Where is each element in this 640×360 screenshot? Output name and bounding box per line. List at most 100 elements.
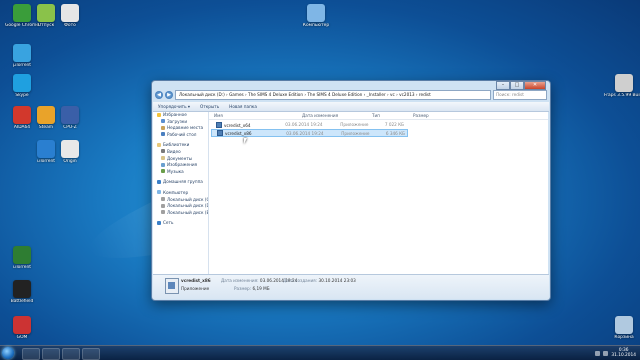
- taskbar-chrome-icon[interactable]: [82, 348, 100, 360]
- nav-item-label: Видео: [167, 148, 181, 154]
- desktop-icon[interactable]: Origin: [50, 140, 90, 164]
- nav-item-icon: [157, 142, 161, 147]
- file-size: 6 346 КБ: [385, 130, 405, 136]
- detail-created: Дата создания: 30.10.2014 23:03: [283, 278, 356, 283]
- desktop-icon[interactable]: CPU-Z: [50, 106, 90, 130]
- explorer-window[interactable]: – □ ✕ ◀ ▶ Локальный диск (D:) › Games › …: [151, 80, 551, 301]
- nav-item[interactable]: Локальный диск (E:): [153, 210, 208, 217]
- nav-item[interactable]: Избранное: [153, 112, 208, 119]
- desktop-icon[interactable]: Фото: [50, 4, 90, 28]
- desktop-icon-label: Корзина: [614, 335, 634, 340]
- file-list: Имя Дата изменения Тип Размер vcredist_x…: [209, 112, 548, 274]
- desktop-icon-label: Компьютер: [302, 23, 330, 28]
- nav-item-icon: [161, 197, 165, 202]
- desktop-icon[interactable]: µTorrent: [2, 44, 42, 68]
- tray-network-icon[interactable]: [595, 350, 601, 356]
- file-date: 03.06.2014 19:24: [286, 130, 324, 136]
- detail-created-value: 30.10.2014 23:03: [318, 278, 356, 283]
- desktop-icon[interactable]: Корзина: [604, 316, 640, 340]
- file-size: 7 022 КБ: [384, 122, 404, 127]
- nav-item[interactable]: Загрузки: [153, 119, 208, 126]
- file-name-cell: vcredist_x86: [212, 130, 286, 136]
- nav-item[interactable]: Видео: [153, 149, 208, 156]
- column-headers: Имя Дата изменения Тип Размер: [209, 112, 548, 120]
- desktop-app-icon: [61, 140, 79, 158]
- system-tray: 0:36 31.10.2014: [595, 348, 636, 358]
- nav-item[interactable]: Сеть: [153, 220, 208, 227]
- back-icon[interactable]: ◀: [155, 91, 163, 99]
- column-size[interactable]: Размер: [413, 113, 453, 118]
- minimize-button[interactable]: –: [496, 81, 510, 90]
- nav-item-icon: [161, 125, 165, 130]
- desktop-app-icon: [13, 316, 31, 334]
- address-bar[interactable]: Локальный диск (D:) › Games › The SIMS 4…: [175, 90, 491, 100]
- nav-item[interactable]: Домашняя группа: [153, 179, 208, 186]
- desktop-app-icon: [61, 106, 79, 124]
- nav-item-label: Библиотеки: [163, 142, 190, 148]
- desktop-icon-label: Origin: [63, 159, 77, 164]
- tray-volume-icon[interactable]: [603, 350, 609, 356]
- taskbar: 0:36 31.10.2014: [0, 345, 640, 360]
- nav-item[interactable]: Недавние места: [153, 125, 208, 132]
- forward-icon[interactable]: ▶: [165, 91, 173, 99]
- nav-item[interactable]: Музыка: [153, 169, 208, 176]
- desktop-icon-label: Фото: [64, 23, 76, 28]
- start-button[interactable]: [2, 347, 14, 359]
- nav-item-label: Локальный диск (C:): [167, 196, 208, 202]
- nav-item-label: Недавние места: [167, 125, 204, 131]
- desktop-app-icon: [615, 74, 633, 92]
- desktop-app-icon: [61, 4, 79, 22]
- nav-item[interactable]: Библиотеки: [153, 142, 208, 149]
- detail-size-value: 6,19 МБ: [252, 286, 270, 291]
- open-button[interactable]: Открыть: [195, 104, 224, 109]
- nav-item[interactable]: Изображения: [153, 162, 208, 169]
- file-rows: vcredist_x64 03.06.2014 19:24 Приложение 7 …: [209, 121, 548, 137]
- nav-item[interactable]: Локальный диск (D:): [153, 203, 208, 210]
- nav-item[interactable]: Рабочий стол: [153, 132, 208, 139]
- taskbar-ie-icon[interactable]: [22, 348, 40, 360]
- desktop-icon[interactable]: Fraps 3.5.99 Build 15618: [604, 74, 640, 98]
- detail-size: Размер: 6,19 МБ: [234, 286, 270, 291]
- nav-item[interactable]: Компьютер: [153, 190, 208, 197]
- taskbar-explorer-icon[interactable]: [42, 348, 60, 360]
- navigation-pane: Избранное Загрузки Недавние места Рабочий с…: [153, 112, 209, 274]
- desktop-icon[interactable]: uTorrent: [2, 246, 42, 270]
- desktop-icon[interactable]: GOM: [2, 316, 42, 340]
- new-folder-button[interactable]: Новая папка: [224, 104, 262, 109]
- column-type[interactable]: Тип: [372, 113, 413, 118]
- nav-item[interactable]: Локальный диск (C:): [153, 197, 208, 204]
- desktop-app-icon: [307, 4, 325, 22]
- detail-size-label: Размер:: [234, 286, 252, 291]
- nav-item-icon: [161, 132, 165, 137]
- desktop-app-icon: [13, 246, 31, 264]
- taskbar-media-icon[interactable]: [62, 348, 80, 360]
- nav-item-icon: [157, 112, 161, 117]
- file-preview-icon: [165, 278, 179, 294]
- search-input[interactable]: Поиск: redist: [493, 90, 547, 100]
- file-row[interactable]: vcredist_x64 03.06.2014 19:24 Приложение 7 …: [211, 121, 406, 128]
- nav-item-label: Домашняя группа: [163, 179, 203, 185]
- desktop-icon[interactable]: Battlefield: [2, 280, 42, 304]
- file-row[interactable]: vcredist_x86 03.06.2014 19:24 Приложение 6 …: [211, 129, 408, 137]
- desktop-icon[interactable]: Skype: [2, 74, 42, 98]
- maximize-button[interactable]: □: [510, 81, 524, 90]
- clock[interactable]: 0:36 31.10.2014: [611, 348, 636, 358]
- nav-item-icon: [161, 203, 165, 208]
- nav-item-icon: [161, 169, 165, 174]
- column-name[interactable]: Имя: [209, 113, 302, 118]
- nav-item[interactable]: Документы: [153, 156, 208, 163]
- organize-button[interactable]: Упорядочить ▾: [153, 104, 195, 109]
- column-date[interactable]: Дата изменения: [302, 113, 372, 118]
- nav-item-icon: [161, 149, 165, 154]
- close-button[interactable]: ✕: [524, 81, 546, 90]
- desktop-icon-label: Fraps 3.5.99 Build 15618: [604, 93, 640, 98]
- window-controls: – □ ✕: [496, 81, 546, 90]
- file-name-cell: vcredist_x64: [211, 121, 285, 128]
- window-titlebar[interactable]: – □ ✕: [152, 81, 550, 90]
- nav-item-icon: [161, 156, 165, 161]
- nav-item-label: Локальный диск (E:): [167, 209, 208, 215]
- desktop-icon-label: CPU-Z: [63, 125, 77, 130]
- desktop-icon[interactable]: Компьютер: [296, 4, 336, 28]
- detail-filename: vcredist_x86: [181, 278, 211, 283]
- desktop-app-icon: [13, 44, 31, 62]
